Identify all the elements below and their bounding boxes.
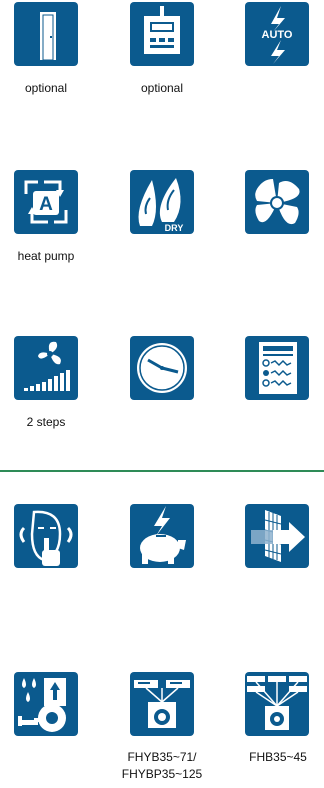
auto-restart-icon: AUTO xyxy=(245,2,309,66)
caption-fhb-models: FHB35~45 xyxy=(249,750,307,764)
auto-mode-letter: A xyxy=(39,194,53,215)
energy-saving-icon xyxy=(130,504,194,568)
caption-optional-2: optional xyxy=(140,81,184,95)
caption-fhyb-models-line2: FHYBP35~125 xyxy=(121,767,203,781)
door-contact-icon xyxy=(14,2,78,66)
weekly-schedule-icon xyxy=(245,336,309,400)
timer-icon xyxy=(130,336,194,400)
section-divider xyxy=(0,470,324,472)
caption-2-steps: 2 steps xyxy=(26,415,66,429)
quiet-operation-icon xyxy=(14,504,78,568)
fan-only-icon xyxy=(245,170,309,234)
air-filter-icon xyxy=(245,504,309,568)
caption-heat-pump: heat pump xyxy=(17,249,75,263)
remote-controller-icon xyxy=(130,2,194,66)
caption-optional-1: optional xyxy=(24,81,68,95)
dry-label: DRY xyxy=(165,223,184,233)
duct-connection-icon xyxy=(130,672,194,736)
auto-label: AUTO xyxy=(262,29,293,41)
multi-duct-connection-icon xyxy=(245,672,309,736)
fan-speed-icon xyxy=(14,336,78,400)
dry-mode-icon: DRY xyxy=(130,170,194,234)
drain-pump-icon xyxy=(14,672,78,736)
auto-changeover-icon: A xyxy=(14,170,78,234)
caption-fhyb-models-line1: FHYB35~71/ xyxy=(127,750,197,764)
